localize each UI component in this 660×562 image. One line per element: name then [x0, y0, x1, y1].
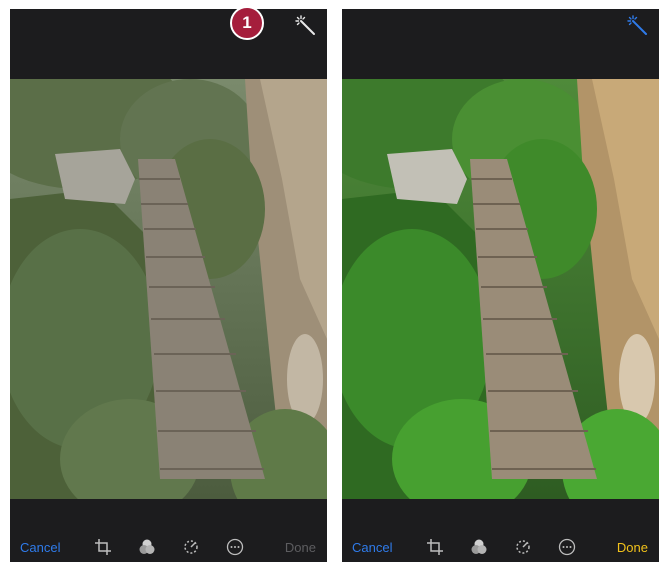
photo-stone-stairs-enhanced — [342, 79, 659, 499]
adjust-dial-icon[interactable] — [514, 538, 532, 556]
crop-rotate-icon[interactable] — [426, 538, 444, 556]
magic-wand-icon[interactable] — [295, 15, 317, 37]
top-bar — [10, 9, 327, 79]
more-icon[interactable] — [226, 538, 244, 556]
photo-editor-before: Cancel Done — [10, 9, 327, 562]
editing-toolbar: Cancel Done — [342, 532, 659, 562]
photo-editor-after: Cancel Done — [342, 9, 659, 562]
filters-icon[interactable] — [470, 538, 488, 556]
cancel-button[interactable]: Cancel — [20, 540, 60, 555]
top-bar — [342, 9, 659, 79]
editing-toolbar: Cancel Done — [10, 532, 327, 562]
cancel-button[interactable]: Cancel — [352, 540, 392, 555]
crop-rotate-icon[interactable] — [94, 538, 112, 556]
done-button[interactable]: Done — [285, 540, 316, 555]
more-icon[interactable] — [558, 538, 576, 556]
photo-stone-stairs — [10, 79, 327, 499]
adjust-dial-icon[interactable] — [182, 538, 200, 556]
filters-icon[interactable] — [138, 538, 156, 556]
done-button[interactable]: Done — [617, 540, 648, 555]
magic-wand-icon[interactable] — [627, 15, 649, 37]
callout-number-badge: 1 — [230, 6, 264, 40]
